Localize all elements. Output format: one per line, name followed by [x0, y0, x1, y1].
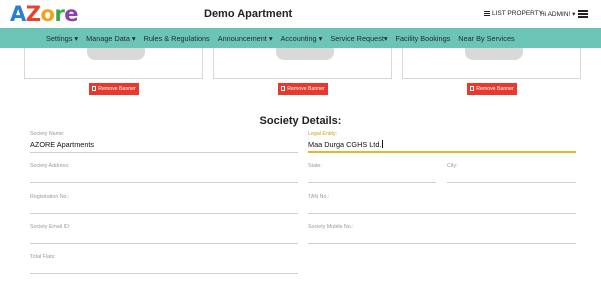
nav-item-announcement[interactable]: Announcement ▾ — [218, 34, 273, 43]
nav-item-accounting[interactable]: Accounting ▾ — [281, 34, 323, 43]
city-label: City: — [447, 163, 458, 169]
society-address-label: Society Address: — [30, 163, 70, 169]
banner-image — [87, 48, 145, 60]
remove-banner-button[interactable]: Remove Banner — [89, 83, 139, 95]
chevron-down-icon: ▾ — [572, 11, 576, 18]
society-name-label: Society Name: — [30, 131, 65, 137]
list-property-label: LIST PROPERTY — [492, 10, 544, 17]
tan-no-input[interactable] — [308, 213, 576, 214]
nav-item-near-by-services[interactable]: Near By Services — [458, 34, 514, 43]
list-icon — [484, 11, 490, 16]
admin-menu[interactable]: Hi ADMIN! ▾ — [540, 10, 575, 18]
society-name-input[interactable]: AZORE Apartments — [30, 140, 94, 149]
banner-image — [465, 48, 523, 60]
banner-image — [276, 48, 334, 60]
total-flats-label: Total Flats: — [30, 254, 56, 260]
nav-item-manage-data[interactable]: Manage Data ▾ — [86, 34, 136, 43]
list-property-link[interactable]: LIST PROPERTY — [484, 10, 543, 17]
remove-banner-button[interactable]: Remove Banner — [467, 83, 517, 95]
banner-card — [402, 48, 581, 79]
registration-no-input[interactable] — [30, 213, 298, 214]
chevron-down-icon: ▾ — [268, 33, 273, 43]
registration-no-label: Registration No.: — [30, 194, 70, 200]
azore-logo[interactable]: AZore — [10, 2, 79, 26]
trash-icon — [92, 86, 97, 91]
text-caret — [382, 140, 384, 148]
page-title: Demo Apartment — [204, 8, 293, 20]
society-email-input[interactable] — [30, 243, 298, 244]
trash-icon — [281, 86, 286, 91]
total-flats-input[interactable] — [30, 273, 298, 274]
section-title: Society Details: — [259, 115, 342, 127]
society-mobile-input[interactable] — [308, 243, 576, 244]
banner-card — [24, 48, 203, 79]
banner-card — [213, 48, 392, 79]
legal-entity-underline — [308, 151, 576, 153]
society-name-underline — [30, 152, 298, 153]
chevron-down-icon: ▾ — [383, 33, 388, 43]
legal-entity-label: Legal Entity: — [308, 131, 338, 137]
chevron-down-icon: ▾ — [131, 33, 136, 43]
nav-item-rules-regulations[interactable]: Rules & Regulations — [144, 34, 210, 43]
legal-entity-input[interactable]: Maa Durga CGHS Ltd. — [308, 140, 384, 149]
main-nav: Settings ▾ Manage Data ▾ Rules & Regulat… — [0, 28, 601, 48]
admin-label: Hi ADMIN! — [540, 11, 571, 18]
chevron-down-icon: ▾ — [318, 33, 323, 43]
society-email-label: Society Email ID: — [30, 224, 71, 230]
state-label: State: — [308, 163, 322, 169]
remove-banner-button[interactable]: Remove Banner — [278, 83, 328, 95]
city-input[interactable] — [447, 182, 576, 183]
society-address-input[interactable] — [30, 182, 298, 183]
top-bar: AZore Demo Apartment LIST PROPERTY Hi AD… — [0, 0, 601, 28]
tan-no-label: TAN No.: — [308, 194, 330, 200]
society-mobile-label: Society Mobile No.: — [308, 224, 354, 230]
nav-item-settings[interactable]: Settings ▾ — [46, 34, 78, 43]
nav-item-facility-bookings[interactable]: Facility Bookings — [396, 34, 451, 43]
state-input[interactable] — [308, 182, 436, 183]
hamburger-icon[interactable] — [578, 10, 588, 18]
trash-icon — [470, 86, 475, 91]
chevron-down-icon: ▾ — [74, 33, 79, 43]
nav-item-service-request[interactable]: Service Request▾ — [330, 34, 387, 43]
